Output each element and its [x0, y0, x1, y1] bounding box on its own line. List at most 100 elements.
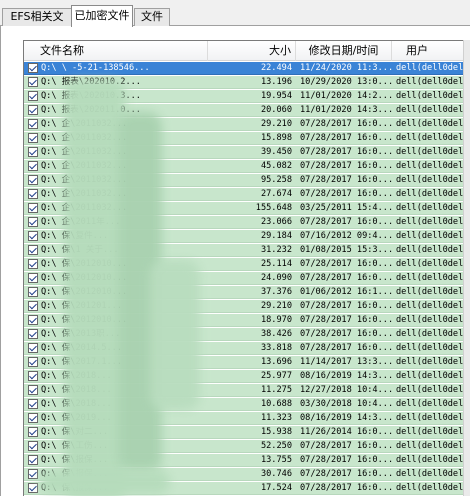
modified-date-cell: 11/01/2020 14:3... [300, 105, 392, 115]
modified-date-cell: 03/25/2011 15:4... [300, 203, 392, 213]
user-cell: dell(dell0dell-PC) [396, 245, 470, 255]
row-checkbox[interactable] [28, 315, 38, 325]
modified-date-cell: 01/08/2015 15:3... [300, 245, 392, 255]
user-cell: dell(dell0dell-PC) [396, 469, 470, 479]
modified-date-cell: 07/28/2017 16:0... [300, 343, 392, 353]
tab-file-tree[interactable]: 文件树 [134, 8, 170, 39]
file-size-cell: 13.755 [260, 455, 292, 465]
row-checkbox[interactable] [28, 273, 38, 283]
redaction-blur [150, 260, 200, 410]
file-size-cell: 29.210 [260, 119, 292, 129]
file-size-cell: 39.450 [260, 147, 292, 157]
user-cell: dell(dell0dell-PC) [396, 133, 470, 143]
row-checkbox[interactable] [28, 77, 38, 87]
row-checkbox[interactable] [28, 105, 38, 115]
file-size-cell: 52.250 [260, 441, 292, 451]
row-checkbox[interactable] [28, 483, 38, 493]
modified-date-cell: 07/28/2017 16:0... [300, 329, 392, 339]
row-checkbox[interactable] [28, 161, 38, 171]
vertical-scrollbar[interactable] [463, 40, 470, 496]
row-checkbox[interactable] [28, 441, 38, 451]
file-size-cell: 29.210 [260, 301, 292, 311]
file-size-cell: 20.060 [260, 105, 292, 115]
user-cell: dell(dell0dell-PC) [396, 385, 470, 395]
file-size-cell: 30.746 [260, 469, 292, 479]
row-checkbox[interactable] [28, 357, 38, 367]
row-checkbox[interactable] [28, 399, 38, 409]
modified-date-cell: 03/30/2018 10:4... [300, 399, 392, 409]
row-checkbox[interactable] [28, 413, 38, 423]
file-size-cell: 38.426 [260, 329, 292, 339]
column-header-user[interactable]: 用户 [392, 41, 470, 61]
modified-date-cell: 07/28/2017 16:0... [300, 483, 392, 493]
row-checkbox[interactable] [28, 91, 38, 101]
row-checkbox[interactable] [28, 301, 38, 311]
modified-date-cell: 01/06/2012 16:1... [300, 287, 392, 297]
file-name-cell: Q:\ \ -5-21-138546... [41, 63, 150, 73]
row-checkbox[interactable] [28, 329, 38, 339]
tab-bar: EFS相关文件 已加密文件 文件树 [0, 0, 470, 39]
file-size-cell: 22.494 [260, 63, 292, 73]
tab-encrypted-files[interactable]: 已加密文件 [71, 5, 133, 27]
file-size-cell: 31.232 [260, 245, 292, 255]
modified-date-cell: 07/28/2017 16:0... [300, 189, 392, 199]
user-cell: dell(dell0dell-PC) [396, 343, 470, 353]
modified-date-cell: 11/24/2020 11:3... [300, 63, 392, 73]
file-size-cell: 29.184 [260, 231, 292, 241]
file-size-cell: 17.524 [260, 483, 292, 493]
table-row[interactable]: Q:\ \ -5-21-138546... 22.494 11/24/2020 11… [24, 62, 470, 75]
user-cell: dell(dell0dell-PC) [396, 105, 470, 115]
user-cell: dell(dell0dell-PC) [396, 371, 470, 381]
redaction-blur [40, 470, 170, 494]
row-checkbox[interactable] [28, 245, 38, 255]
row-checkbox[interactable] [28, 189, 38, 199]
row-checkbox[interactable] [28, 217, 38, 227]
column-header-modified[interactable]: 修改日期/时间 [296, 41, 392, 61]
row-checkbox[interactable] [28, 147, 38, 157]
row-checkbox[interactable] [28, 259, 38, 269]
user-cell: dell(dell0dell-PC) [396, 357, 470, 367]
row-checkbox[interactable] [28, 427, 38, 437]
modified-date-cell: 07/28/2017 16:0... [300, 217, 392, 227]
row-checkbox[interactable] [28, 133, 38, 143]
user-cell: dell(dell0dell-PC) [396, 287, 470, 297]
row-checkbox[interactable] [28, 287, 38, 297]
user-cell: dell(dell0dell-PC) [396, 231, 470, 241]
modified-date-cell: 11/01/2020 14:2... [300, 91, 392, 101]
user-cell: dell(dell0dell-PC) [396, 189, 470, 199]
modified-date-cell: 07/28/2017 16:0... [300, 259, 392, 269]
row-checkbox[interactable] [28, 63, 38, 73]
row-checkbox[interactable] [28, 231, 38, 241]
row-checkbox[interactable] [28, 385, 38, 395]
row-checkbox[interactable] [28, 343, 38, 353]
row-checkbox[interactable] [28, 455, 38, 465]
modified-date-cell: 07/28/2017 16:0... [300, 147, 392, 157]
column-header-name[interactable]: 文件名称 [24, 41, 208, 61]
row-checkbox[interactable] [28, 371, 38, 381]
user-cell: dell(dell0dell-PC) [396, 483, 470, 493]
file-size-cell: 95.258 [260, 175, 292, 185]
user-cell: dell(dell0dell-PC) [396, 161, 470, 171]
list-header: 文件名称 大小 修改日期/时间 用户 [24, 41, 470, 61]
modified-date-cell: 07/28/2017 16:0... [300, 315, 392, 325]
user-cell: dell(dell0dell-PC) [396, 315, 470, 325]
user-cell: dell(dell0dell-PC) [396, 217, 470, 227]
user-cell: dell(dell0dell-PC) [396, 77, 470, 87]
file-size-cell: 19.954 [260, 91, 292, 101]
row-checkbox[interactable] [28, 175, 38, 185]
user-cell: dell(dell0dell-PC) [396, 259, 470, 269]
modified-date-cell: 07/28/2017 16:0... [300, 273, 392, 283]
row-checkbox[interactable] [28, 469, 38, 479]
file-size-cell: 27.674 [260, 189, 292, 199]
file-size-cell: 23.066 [260, 217, 292, 227]
user-cell: dell(dell0dell-PC) [396, 413, 470, 423]
modified-date-cell: 07/28/2017 16:0... [300, 175, 392, 185]
row-checkbox[interactable] [28, 119, 38, 129]
user-cell: dell(dell0dell-PC) [396, 273, 470, 283]
row-checkbox[interactable] [28, 203, 38, 213]
tab-efs-related-files[interactable]: EFS相关文件 [2, 8, 72, 39]
redaction-blur [64, 80, 126, 496]
column-header-size[interactable]: 大小 [208, 41, 296, 61]
modified-date-cell: 07/28/2017 16:0... [300, 455, 392, 465]
modified-date-cell: 07/28/2017 16:0... [300, 161, 392, 171]
